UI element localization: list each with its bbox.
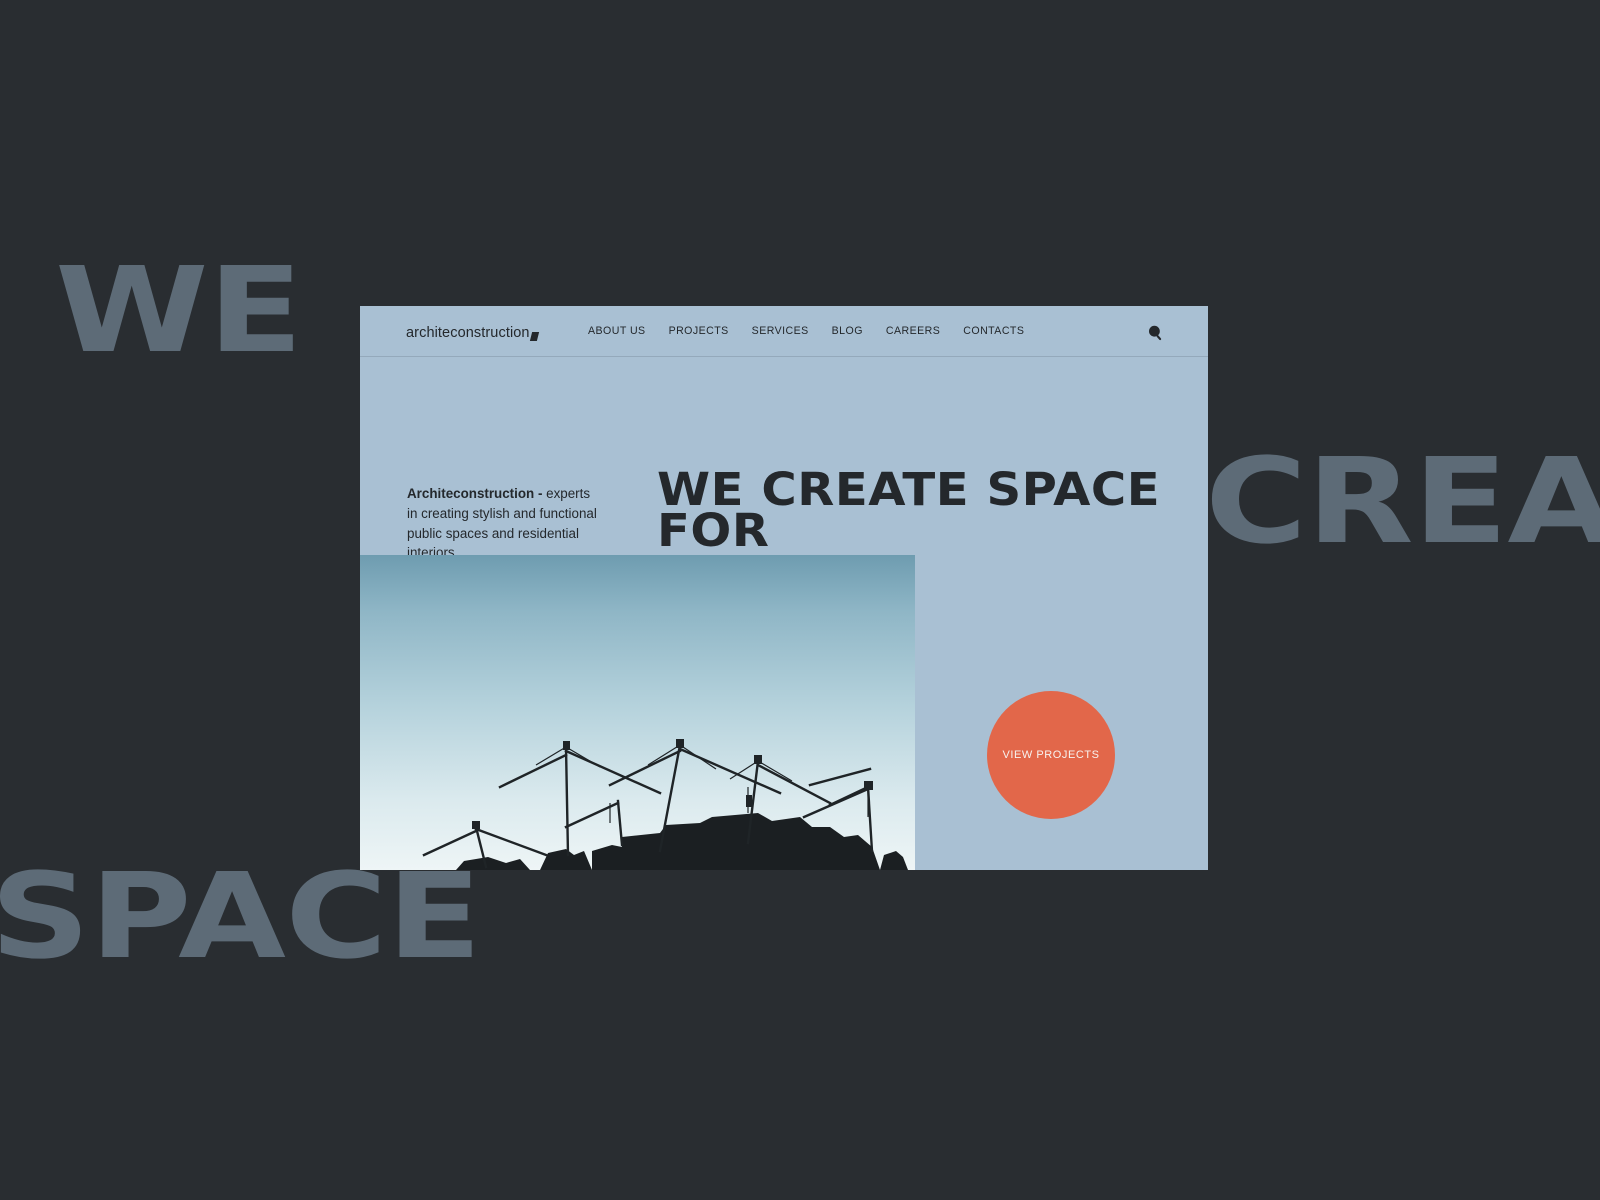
screen: WE CREAT SPACE architeconstruction ABOUT…	[0, 0, 1600, 1200]
nav-item-projects[interactable]: PROJECTS	[669, 325, 729, 337]
logo-text: architeconstruction	[406, 325, 530, 341]
backdrop-word-we: WE	[55, 241, 303, 379]
main-navigation: ABOUT US PROJECTS SERVICES BLOG CAREERS …	[588, 325, 1024, 337]
intro-paragraph: Architeconstruction - experts in creatin…	[407, 484, 599, 563]
website-mockup-card: architeconstruction ABOUT US PROJECTS SE…	[360, 306, 1208, 870]
intro-strong: Architeconstruction -	[407, 486, 543, 501]
logo-accent-mark	[529, 332, 539, 341]
intro-block: Architeconstruction - experts in creatin…	[407, 484, 599, 563]
site-header: architeconstruction ABOUT US PROJECTS SE…	[360, 306, 1208, 357]
logo[interactable]: architeconstruction	[406, 325, 539, 341]
hero-heading: WE CREATE SPACE FOR	[657, 463, 1161, 557]
nav-item-about-us[interactable]: ABOUT US	[588, 325, 646, 337]
backdrop-word-creat: CREAT	[1205, 432, 1600, 570]
backdrop-word-space: SPACE	[0, 847, 482, 985]
nav-item-careers[interactable]: CAREERS	[886, 325, 940, 337]
hero-section: Architeconstruction - experts in creatin…	[360, 357, 1208, 870]
hero-photo	[360, 555, 915, 870]
view-projects-button[interactable]: VIEW PROJECTS	[987, 691, 1115, 819]
search-icon[interactable]	[1146, 323, 1166, 343]
nav-item-blog[interactable]: BLOG	[832, 325, 863, 337]
nav-item-contacts[interactable]: CONTACTS	[963, 325, 1024, 337]
view-projects-label: VIEW PROJECTS	[1002, 749, 1100, 761]
nav-item-services[interactable]: SERVICES	[752, 325, 809, 337]
